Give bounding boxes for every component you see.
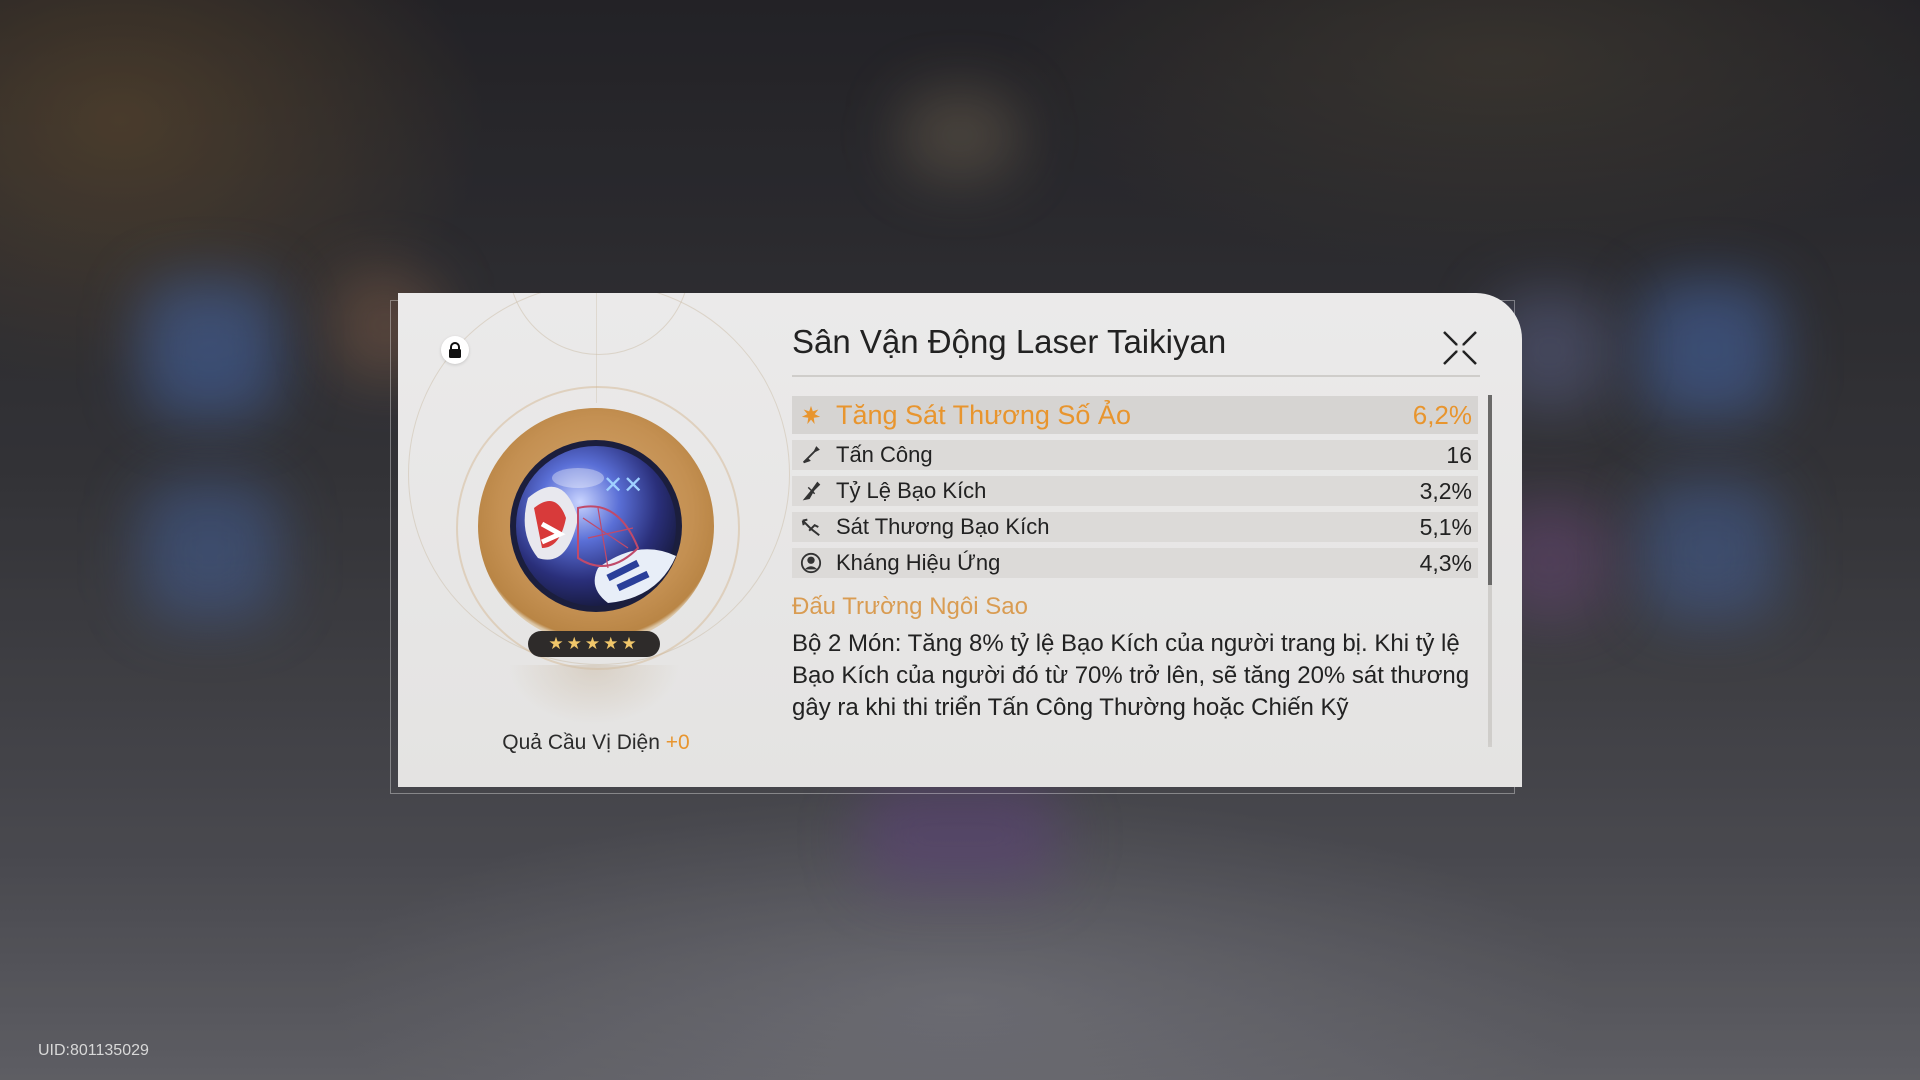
sub-stat-value: 4,3% — [1419, 549, 1472, 576]
relic-detail-panel: ✕✕ ★★★★★ Quả Cầu Vị Diện +0 Sân Vận Động… — [398, 293, 1522, 787]
sub-stat-label: Tỷ Lệ Bạo Kích — [836, 478, 987, 503]
sub-stat-label: Sát Thương Bạo Kích — [836, 514, 1050, 539]
set-description: Bộ 2 Món: Tăng 8% tỷ lệ Bạo Kích của ngư… — [792, 630, 1470, 721]
effect-res-icon — [800, 552, 822, 574]
scrollbar-thumb[interactable] — [1488, 395, 1492, 585]
planar-sphere-icon: ✕✕ — [510, 440, 682, 612]
relic-image-frame: ✕✕ — [478, 408, 714, 644]
main-stat-row: Tăng Sát Thương Số Ảo 6,2% — [792, 396, 1478, 434]
sub-stat-row: Kháng Hiệu Ứng 4,3% — [792, 548, 1478, 578]
sub-stat-label: Kháng Hiệu Ứng — [836, 550, 1001, 575]
close-icon — [1443, 331, 1477, 365]
attack-icon — [803, 446, 820, 464]
stats-list: Tăng Sát Thương Số Ảo 6,2% Tấn Công 16 T… — [792, 396, 1478, 584]
text-fade-overlay — [792, 741, 1492, 787]
main-stat-label: Tăng Sát Thương Số Ảo — [836, 399, 1131, 430]
rarity-stars: ★★★★★ — [528, 631, 660, 657]
relic-slot-name: Quả Cầu Vị Diện +0 — [398, 731, 794, 755]
title-divider — [792, 375, 1480, 377]
crit-rate-icon — [802, 481, 821, 501]
sub-stat-label: Tấn Công — [836, 442, 933, 467]
main-stat-value: 6,2% — [1412, 399, 1472, 430]
sub-stat-value: 3,2% — [1419, 477, 1472, 504]
svg-text:✕✕: ✕✕ — [603, 471, 643, 499]
quantum-dmg-icon — [801, 405, 821, 425]
relic-slot-label: Quả Cầu Vị Diện — [502, 731, 660, 754]
sub-stat-row: Sát Thương Bạo Kích 5,1% — [792, 512, 1478, 542]
sub-stat-row: Tỷ Lệ Bạo Kích 3,2% — [792, 476, 1478, 506]
set-name: Đấu Trường Ngôi Sao — [792, 593, 1028, 620]
sub-stat-value: 5,1% — [1419, 513, 1472, 540]
relic-stand — [508, 665, 680, 725]
lock-button[interactable] — [441, 336, 469, 364]
sub-stat-row: Tấn Công 16 — [792, 440, 1478, 470]
sub-stat-value: 16 — [1446, 441, 1472, 468]
uid-label: UID:801135029 — [38, 1042, 149, 1059]
relic-title: Sân Vận Động Laser Taikiyan — [792, 323, 1227, 360]
relic-level: +0 — [665, 731, 690, 754]
lock-icon — [449, 342, 461, 358]
close-button[interactable] — [1440, 328, 1480, 368]
crit-dmg-icon — [801, 518, 820, 537]
